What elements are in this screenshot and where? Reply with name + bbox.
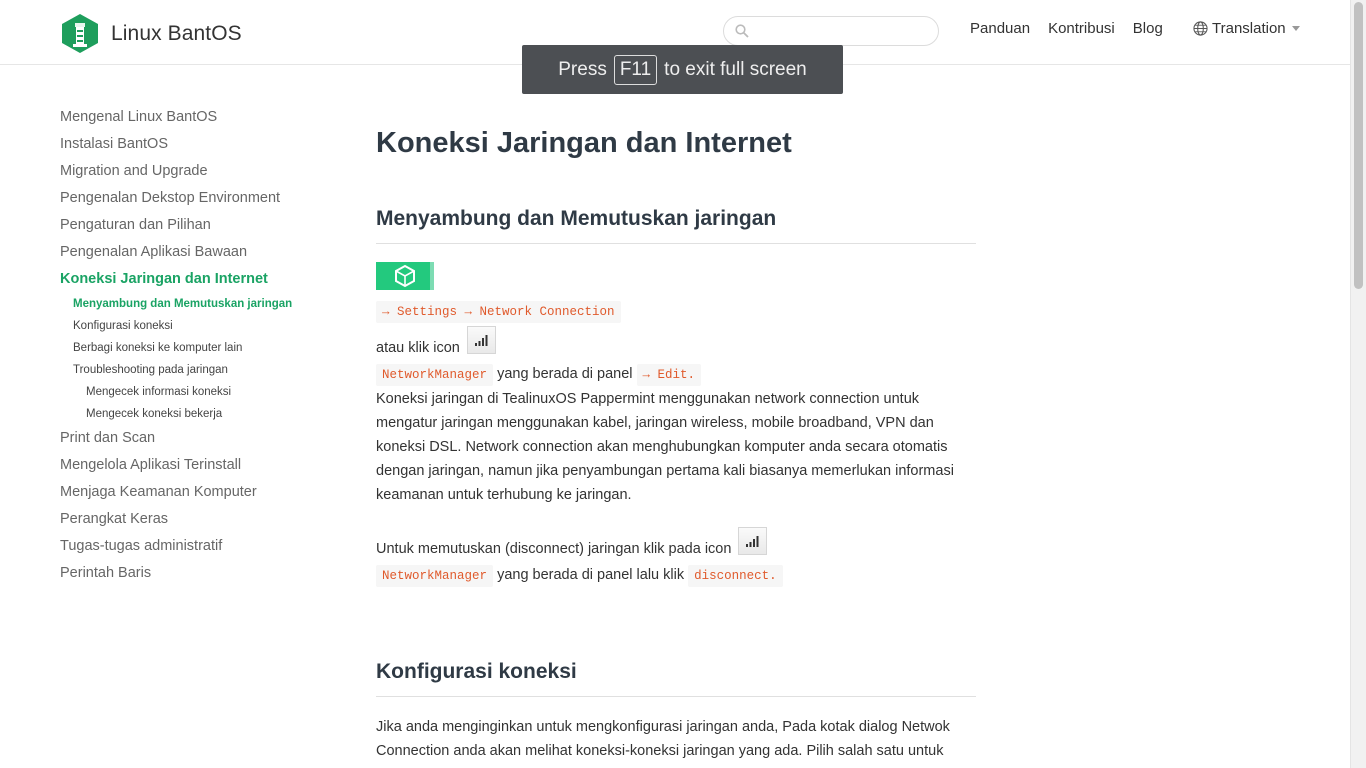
- bantos-logo-icon: [62, 14, 98, 53]
- disconnect-code: disconnect.: [688, 565, 783, 587]
- docs-sidebar: Mengenal Linux BantOS Instalasi BantOS M…: [60, 104, 340, 587]
- settings-path-code: → Settings → Network Connection: [376, 301, 621, 323]
- sidebar-item[interactable]: Print dan Scan: [60, 425, 340, 452]
- sidebar-item[interactable]: Perangkat Keras: [60, 506, 340, 533]
- toast-key: F11: [613, 54, 658, 85]
- sidebar-subitem-active[interactable]: Menyambung dan Memutuskan jaringan: [60, 293, 340, 315]
- network-manager-line: NetworkManager yang berada di panel → Ed…: [376, 362, 976, 387]
- translation-label: Translation: [1212, 20, 1286, 37]
- sidebar-subitem[interactable]: Konfigurasi koneksi: [60, 315, 340, 337]
- settings-path-line: → Settings → Network Connection: [376, 301, 976, 323]
- search-box[interactable]: [723, 16, 939, 46]
- sidebar-subitem[interactable]: Berbagi koneksi ke komputer lain: [60, 337, 340, 359]
- page-title: Koneksi Jaringan dan Internet: [376, 127, 792, 159]
- brand-link[interactable]: Linux BantOS: [60, 13, 242, 54]
- fullscreen-exit-notice: Press F11 to exit full screen: [522, 45, 843, 94]
- network-manager-code: NetworkManager: [376, 565, 494, 587]
- sidebar-item[interactable]: Pengaturan dan Pilihan: [60, 212, 340, 239]
- sidebar-item[interactable]: Pengenalan Aplikasi Bawaan: [60, 239, 340, 266]
- toast-prefix: Press: [558, 58, 607, 80]
- sidebar-subitem[interactable]: Troubleshooting pada jaringan: [60, 359, 340, 381]
- brand-name: Linux BantOS: [111, 21, 242, 45]
- globe-icon: [1193, 21, 1208, 36]
- sidebar-item-active[interactable]: Koneksi Jaringan dan Internet: [60, 266, 340, 293]
- nav-blog[interactable]: Blog: [1133, 20, 1163, 37]
- sidebar-subsubitem[interactable]: Mengecek informasi koneksi: [60, 381, 340, 403]
- signal-bars-icon: [474, 335, 488, 346]
- sidebar-item[interactable]: Tugas-tugas administratif: [60, 533, 340, 560]
- click-icon-text: atau klik icon: [376, 340, 460, 356]
- search-icon: [735, 24, 749, 38]
- page-scrollbar[interactable]: [1350, 0, 1366, 768]
- click-icon-paragraph: atau klik icon: [376, 326, 976, 360]
- network-signal-icon: [738, 527, 768, 555]
- main-nav: Panduan Kontribusi Blog: [970, 20, 1181, 37]
- sidebar-item[interactable]: Mengelola Aplikasi Terinstall: [60, 452, 340, 479]
- sidebar-item[interactable]: Mengenal Linux BantOS: [60, 104, 340, 131]
- disconnect-line: NetworkManager yang berada di panel lalu…: [376, 563, 976, 588]
- banner-edge: [430, 262, 434, 290]
- sidebar-item[interactable]: Perintah Baris: [60, 560, 340, 587]
- toast-suffix: to exit full screen: [664, 58, 807, 80]
- config-paragraph: Jika anda menginginkan untuk mengkonfigu…: [376, 719, 950, 759]
- app-banner-image: [376, 262, 434, 290]
- search-input[interactable]: [756, 21, 926, 41]
- edit-code: → Edit.: [636, 364, 702, 386]
- scrollbar-thumb[interactable]: [1354, 2, 1363, 289]
- disconnect-text: Untuk memutuskan (disconnect) jaringan k…: [376, 541, 732, 557]
- sidebar-subsubitem[interactable]: Mengecek koneksi bekerja: [60, 403, 340, 425]
- sidebar-item[interactable]: Menjaga Keamanan Komputer: [60, 479, 340, 506]
- signal-bars-icon: [746, 536, 759, 547]
- nav-panduan[interactable]: Panduan: [970, 20, 1030, 37]
- translation-dropdown[interactable]: Translation: [1193, 20, 1300, 37]
- sidebar-item[interactable]: Instalasi BantOS: [60, 131, 340, 158]
- section-heading: Menyambung dan Memutuskan jaringan: [376, 207, 976, 244]
- chevron-down-icon: [1291, 26, 1300, 31]
- shield-icon: [395, 264, 415, 288]
- section-heading: Konfigurasi koneksi: [376, 660, 976, 697]
- sidebar-item[interactable]: Migration and Upgrade: [60, 158, 340, 185]
- network-paragraph: Koneksi jaringan di TealinuxOS Pappermin…: [376, 391, 954, 503]
- nav-kontribusi[interactable]: Kontribusi: [1048, 20, 1115, 37]
- sidebar-item[interactable]: Pengenalan Dekstop Environment: [60, 185, 340, 212]
- panel-text: yang berada di panel: [497, 366, 633, 382]
- main-content: Koneksi Jaringan dan Internet Menyambung…: [376, 120, 976, 763]
- panel-then-text: yang berada di panel lalu klik: [497, 567, 685, 583]
- network-manager-code: NetworkManager: [376, 364, 494, 386]
- disconnect-paragraph: Untuk memutuskan (disconnect) jaringan k…: [376, 527, 976, 561]
- network-signal-icon: [466, 326, 496, 354]
